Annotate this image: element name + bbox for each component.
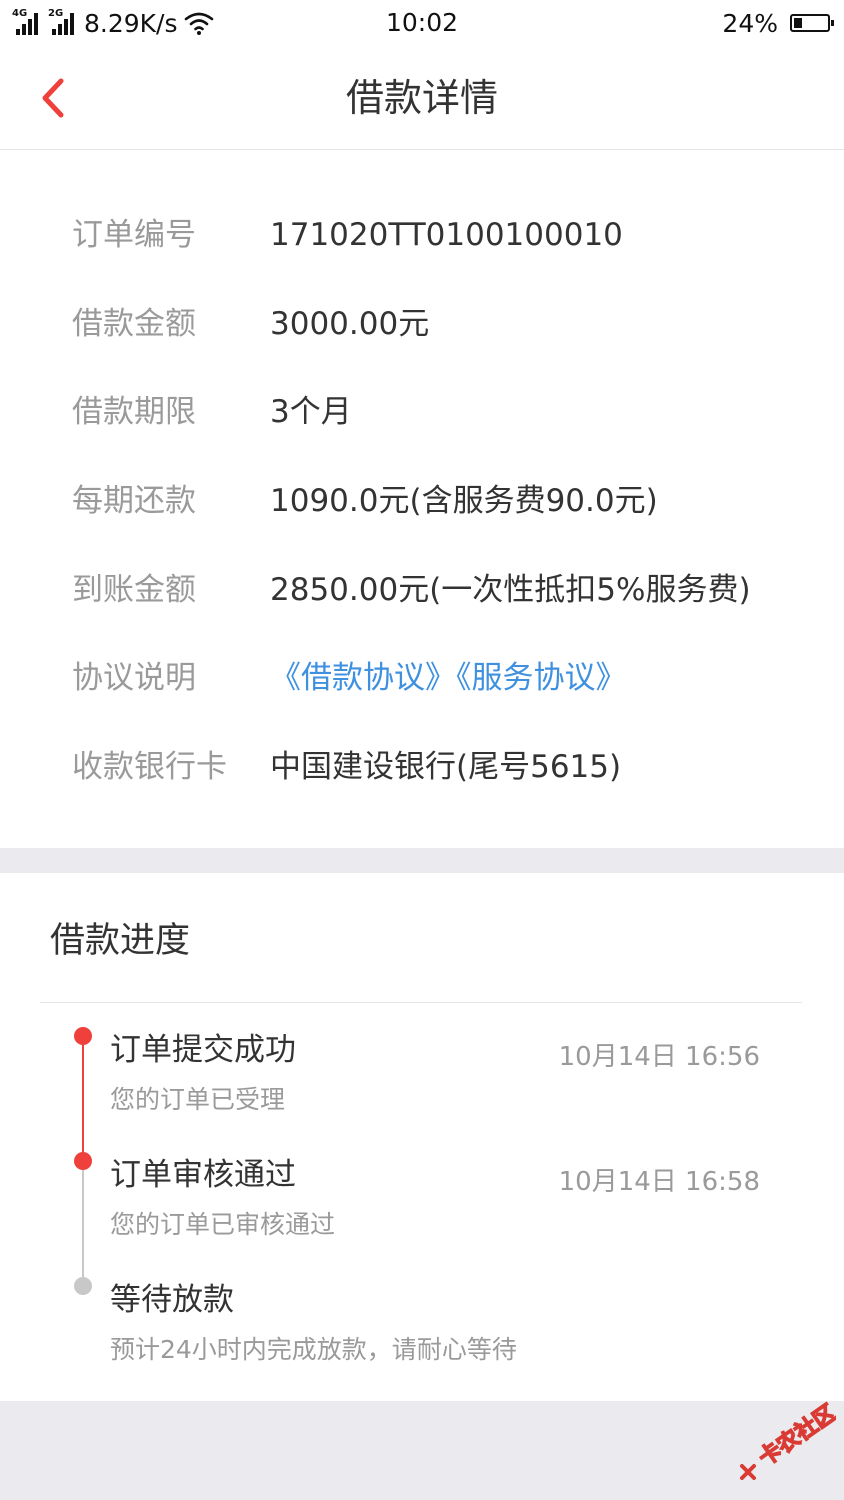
network-2g-label: 2G [48, 8, 64, 19]
battery-percent: 24% [722, 8, 778, 38]
installment-value: 1090.0元(含服务费90.0元) [270, 483, 658, 519]
detail-label: 借款金额 [72, 306, 196, 342]
detail-row-received-amount: 到账金额 2850.00元(一次性抵扣5%服务费) [0, 560, 844, 620]
detail-label: 订单编号 [72, 217, 196, 253]
step-desc: 您的订单已受理 [110, 1085, 286, 1114]
timeline-line-pending [82, 1161, 84, 1286]
network-speed: 8.29K/s [84, 8, 178, 38]
divider [40, 1002, 802, 1003]
page-title: 借款详情 [345, 76, 498, 120]
battery-fill [794, 18, 802, 28]
signal-4g-icon: 4G [12, 9, 42, 37]
signal-2g-icon: 2G [48, 9, 78, 37]
loan-progress-card: 借款进度 订单提交成功 您的订单已受理 10月14日 16:56 订单审核通过 … [0, 873, 844, 1401]
loan-details-card: 订单编号 171020TT0100100010 借款金额 3000.00元 借款… [0, 150, 844, 848]
step-desc: 预计24小时内完成放款，请耐心等待 [110, 1335, 517, 1364]
detail-label: 收款银行卡 [72, 749, 227, 785]
wifi-icon [184, 12, 213, 35]
watermark-text: 卡农社区 [754, 1400, 836, 1471]
timeline-line-done [82, 1036, 84, 1161]
progress-title: 借款进度 [50, 921, 191, 961]
detail-row-loan-term: 借款期限 3个月 [0, 382, 844, 442]
status-left: 4G 2G 8.29K/s [12, 6, 214, 40]
bank-card-value: 中国建设银行(尾号5615) [270, 749, 622, 785]
detail-label: 协议说明 [72, 660, 196, 696]
chevron-left-icon [42, 78, 64, 118]
detail-label: 到账金额 [72, 572, 196, 608]
loan-amount-value: 3000.00元 [270, 306, 430, 342]
timeline-dot-done [74, 1027, 92, 1045]
detail-label: 借款期限 [72, 394, 196, 430]
back-button[interactable] [22, 68, 82, 128]
battery-icon [790, 14, 834, 32]
detail-label: 每期还款 [72, 483, 196, 519]
nav-bar: 借款详情 [0, 48, 844, 150]
detail-row-bank-card: 收款银行卡 中国建设银行(尾号5615) [0, 737, 844, 797]
network-4g-label: 4G [12, 8, 28, 19]
step-title: 订单提交成功 [110, 1032, 296, 1068]
detail-row-loan-amount: 借款金额 3000.00元 [0, 294, 844, 354]
step-desc: 您的订单已审核通过 [110, 1210, 336, 1239]
timeline-dot-pending [74, 1277, 92, 1295]
status-right: 24% [722, 6, 834, 40]
detail-row-installment: 每期还款 1090.0元(含服务费90.0元) [0, 471, 844, 531]
loan-term-value: 3个月 [270, 394, 352, 430]
step-time: 10月14日 16:56 [558, 1042, 760, 1072]
received-amount-value: 2850.00元(一次性抵扣5%服务费) [270, 572, 751, 608]
detail-row-order-number: 订单编号 171020TT0100100010 [0, 205, 844, 265]
watermark-logo: 卡农社区 [740, 1400, 836, 1480]
step-time: 10月14日 16:58 [558, 1167, 760, 1197]
step-title: 等待放款 [110, 1282, 234, 1318]
detail-row-agreements: 协议说明 《借款协议》《服务协议》 [0, 648, 844, 708]
timeline-dot-done [74, 1152, 92, 1170]
step-title: 订单审核通过 [110, 1157, 296, 1193]
service-agreement-link[interactable]: 《服务协议》 [456, 660, 627, 696]
status-bar: 4G 2G 8.29K/s 10:02 24% [0, 0, 844, 48]
loan-agreement-link[interactable]: 《借款协议》 [270, 660, 456, 696]
agreement-links: 《借款协议》《服务协议》 [270, 648, 627, 708]
order-number-value: 171020TT0100100010 [270, 217, 623, 253]
